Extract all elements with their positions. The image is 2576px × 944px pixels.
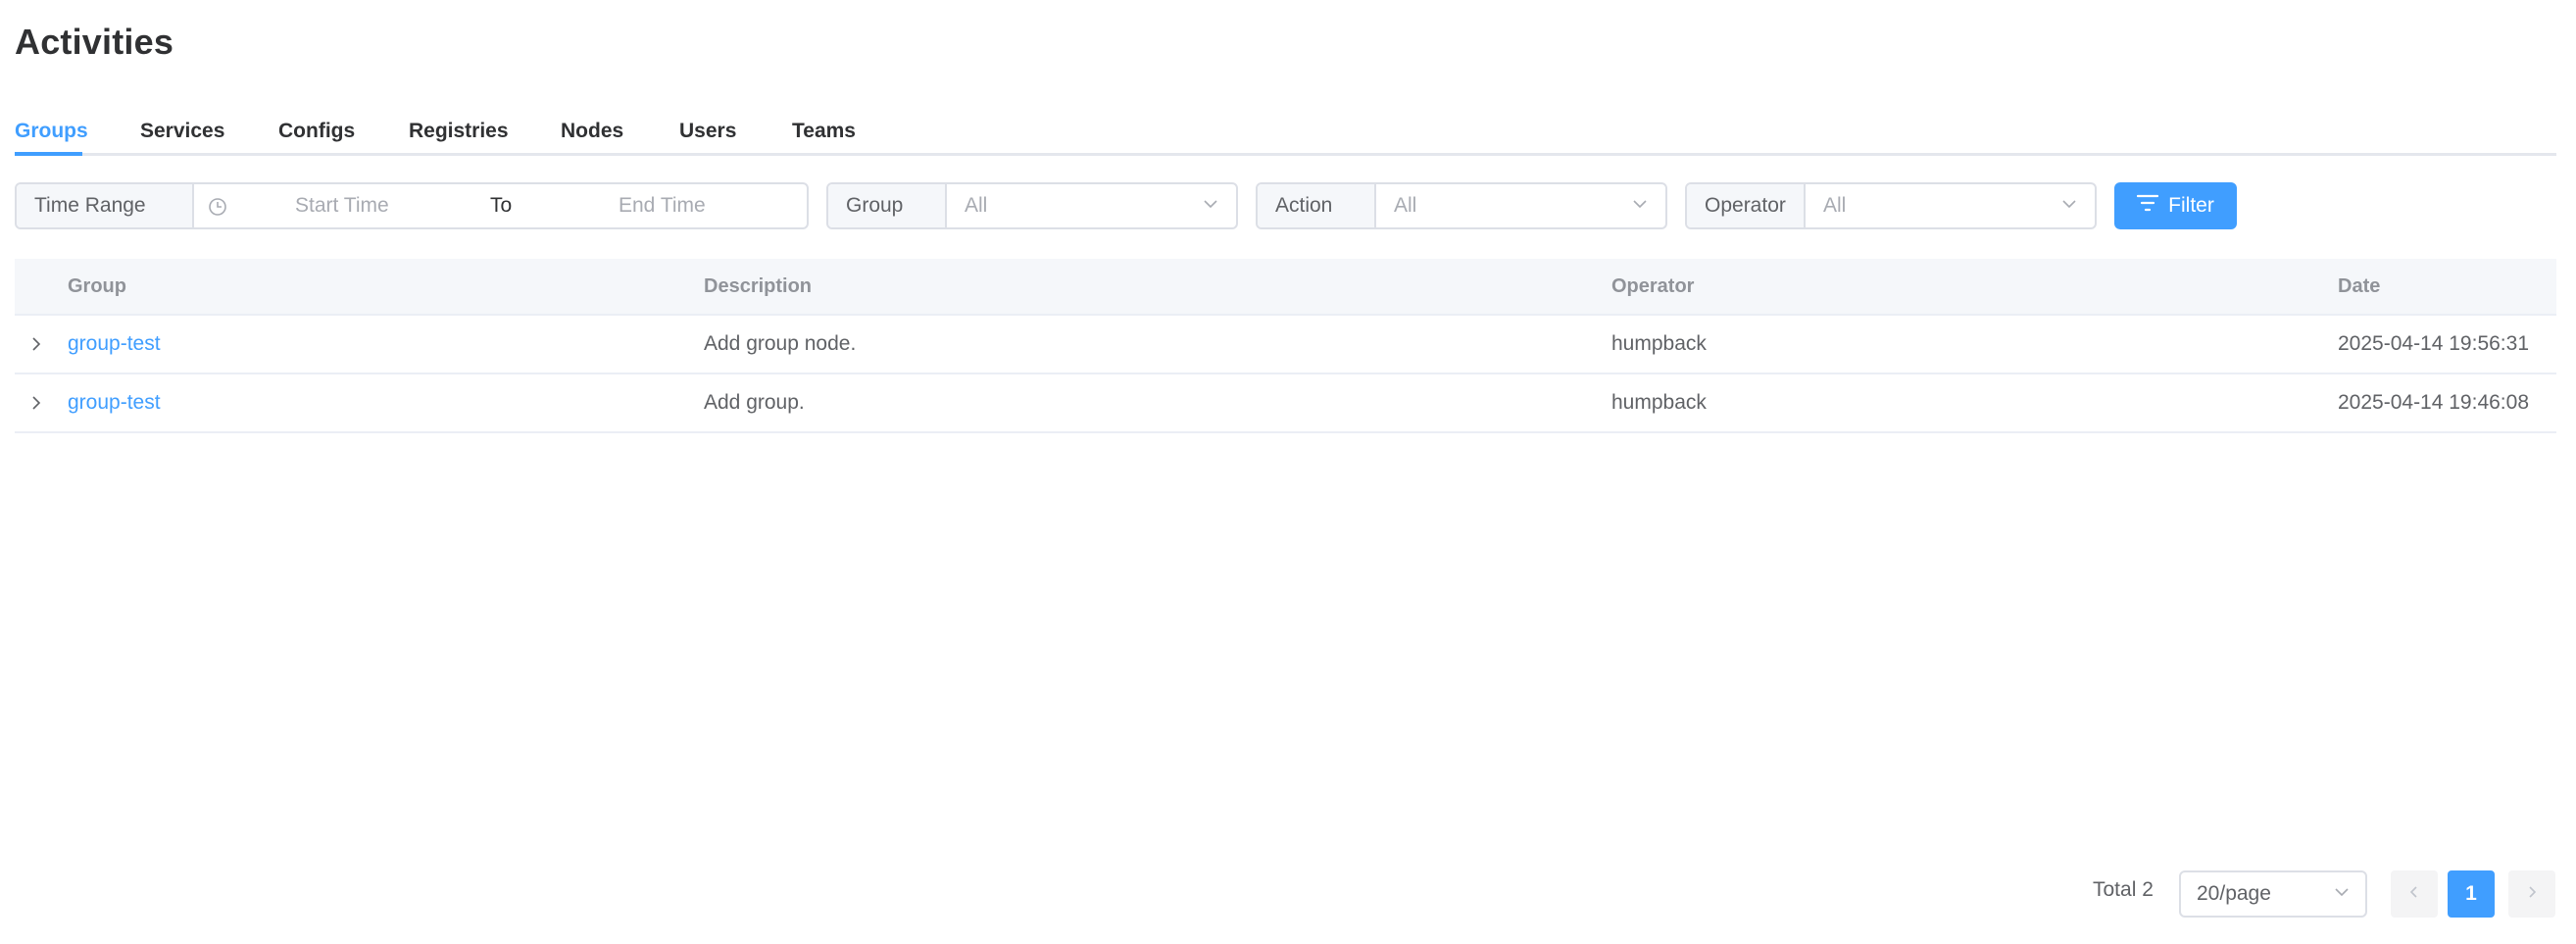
time-range-filter: Time Range Start Time To End Time <box>15 182 809 229</box>
clock-icon <box>208 197 227 217</box>
chevron-right-icon[interactable] <box>26 334 46 354</box>
action-select-value: All <box>1394 194 1417 217</box>
chevron-left-icon <box>2406 884 2422 905</box>
chevron-right-icon[interactable] <box>26 393 46 413</box>
chevron-down-icon <box>2334 882 2350 906</box>
pagination-total: Total 2 <box>2093 878 2154 901</box>
filter-icon <box>2137 194 2159 218</box>
column-header-date: Date <box>2338 275 2381 297</box>
chevron-down-icon <box>1203 194 1218 218</box>
tab-nodes[interactable]: Nodes <box>561 112 623 151</box>
operator-filter: Operator All <box>1685 182 2097 229</box>
next-page-button[interactable] <box>2508 870 2555 918</box>
date-range-picker[interactable]: Start Time To End Time <box>194 184 807 227</box>
action-filter: Action All <box>1256 182 1667 229</box>
end-time-input[interactable]: End Time <box>619 194 706 218</box>
tab-groups[interactable]: Groups <box>15 112 88 151</box>
chevron-down-icon <box>1632 194 1648 218</box>
column-header-description: Description <box>704 275 813 297</box>
start-time-input[interactable]: Start Time <box>295 194 389 218</box>
tab-bar: Groups Services Configs Registries Nodes… <box>15 104 2556 156</box>
chevron-right-icon <box>2524 884 2540 905</box>
tab-configs[interactable]: Configs <box>278 112 355 151</box>
column-header-group: Group <box>68 275 126 297</box>
tab-services[interactable]: Services <box>140 112 224 151</box>
group-select[interactable]: All <box>947 184 1236 227</box>
table-row[interactable]: group-test Add group node. humpback 2025… <box>15 316 2556 374</box>
date-cell: 2025-04-14 19:56:31 <box>2338 332 2529 355</box>
description-cell: Add group node. <box>704 332 857 355</box>
operator-select-value: All <box>1823 194 1847 217</box>
filter-button[interactable]: Filter <box>2114 182 2237 229</box>
page-size-value: 20/page <box>2197 882 2271 905</box>
range-separator: To <box>490 194 513 217</box>
table-row[interactable]: group-test Add group. humpback 2025-04-1… <box>15 374 2556 433</box>
chevron-down-icon <box>2061 194 2077 218</box>
operator-cell: humpback <box>1611 391 1707 414</box>
tab-teams[interactable]: Teams <box>792 112 856 151</box>
page-size-select[interactable]: 20/page <box>2179 870 2367 918</box>
group-link[interactable]: group-test <box>68 374 161 431</box>
operator-cell: humpback <box>1611 332 1707 355</box>
description-cell: Add group. <box>704 391 805 414</box>
date-cell: 2025-04-14 19:46:08 <box>2338 391 2529 414</box>
table-header: Group Description Operator Date <box>15 259 2556 316</box>
time-range-label: Time Range <box>17 184 194 227</box>
activities-table: Group Description Operator Date group-te… <box>15 259 2556 433</box>
group-filter: Group All <box>826 182 1238 229</box>
filter-button-label: Filter <box>2168 194 2214 217</box>
group-filter-label: Group <box>828 184 947 227</box>
column-header-operator: Operator <box>1611 275 1695 297</box>
operator-filter-label: Operator <box>1687 184 1806 227</box>
tab-users[interactable]: Users <box>679 112 736 151</box>
page-number-button[interactable]: 1 <box>2448 870 2495 918</box>
group-link[interactable]: group-test <box>68 316 161 373</box>
operator-select[interactable]: All <box>1806 184 2095 227</box>
active-tab-indicator <box>15 152 82 156</box>
action-filter-label: Action <box>1258 184 1376 227</box>
prev-page-button[interactable] <box>2391 870 2438 918</box>
page-title: Activities <box>15 22 174 62</box>
tab-registries[interactable]: Registries <box>409 112 509 151</box>
action-select[interactable]: All <box>1376 184 1665 227</box>
group-select-value: All <box>965 194 988 217</box>
